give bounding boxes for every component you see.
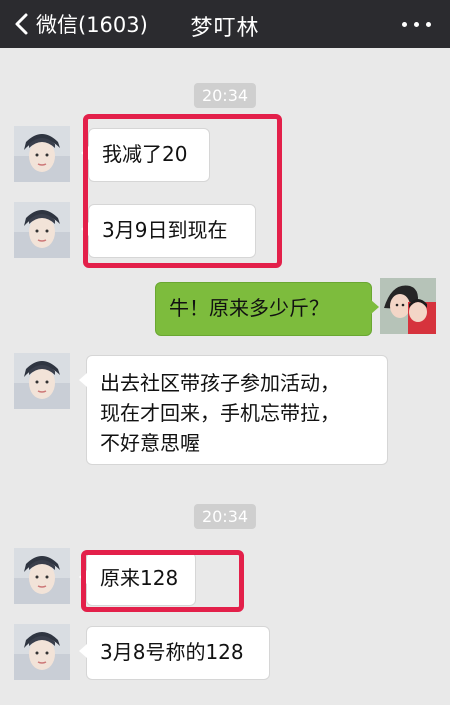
message-bubble[interactable]: 我减了20 [81,128,210,182]
timestamp: 20:34 [193,504,257,529]
avatar-contact[interactable] [14,126,70,182]
avatar-contact[interactable] [14,202,70,258]
chat-header: 微信(1603) 梦叮林 [0,0,450,48]
self-avatar-icon [380,278,436,334]
message-bubble-self[interactable]: 牛！原来多少斤？ [155,282,379,336]
message-bubble[interactable]: 出去社区带孩子参加活动， 现在才回来，手机忘带拉， 不好意思喔 [79,355,388,465]
contact-avatar-icon [14,202,70,258]
more-options-icon[interactable] [398,12,436,36]
avatar-self[interactable] [380,278,436,334]
contact-avatar-icon [14,624,70,680]
chat-title: 梦叮林 [190,16,260,41]
message-bubble[interactable]: 3月8号称的128 [79,626,270,680]
contact-avatar-icon [14,548,70,604]
avatar-contact[interactable] [14,353,70,409]
contact-avatar-icon [14,353,70,409]
timestamp: 20:34 [193,83,257,108]
message-bubble[interactable]: 3月9日到现在 [81,204,256,258]
message-list[interactable]: 20:34 我减了20 3月9日到现在 牛！原来多少斤？ 出去社区带孩子参加活动… [0,48,450,705]
avatar-contact[interactable] [14,548,70,604]
avatar-contact[interactable] [14,624,70,680]
message-bubble[interactable]: 原来128 [79,552,196,606]
contact-avatar-icon [14,126,70,182]
